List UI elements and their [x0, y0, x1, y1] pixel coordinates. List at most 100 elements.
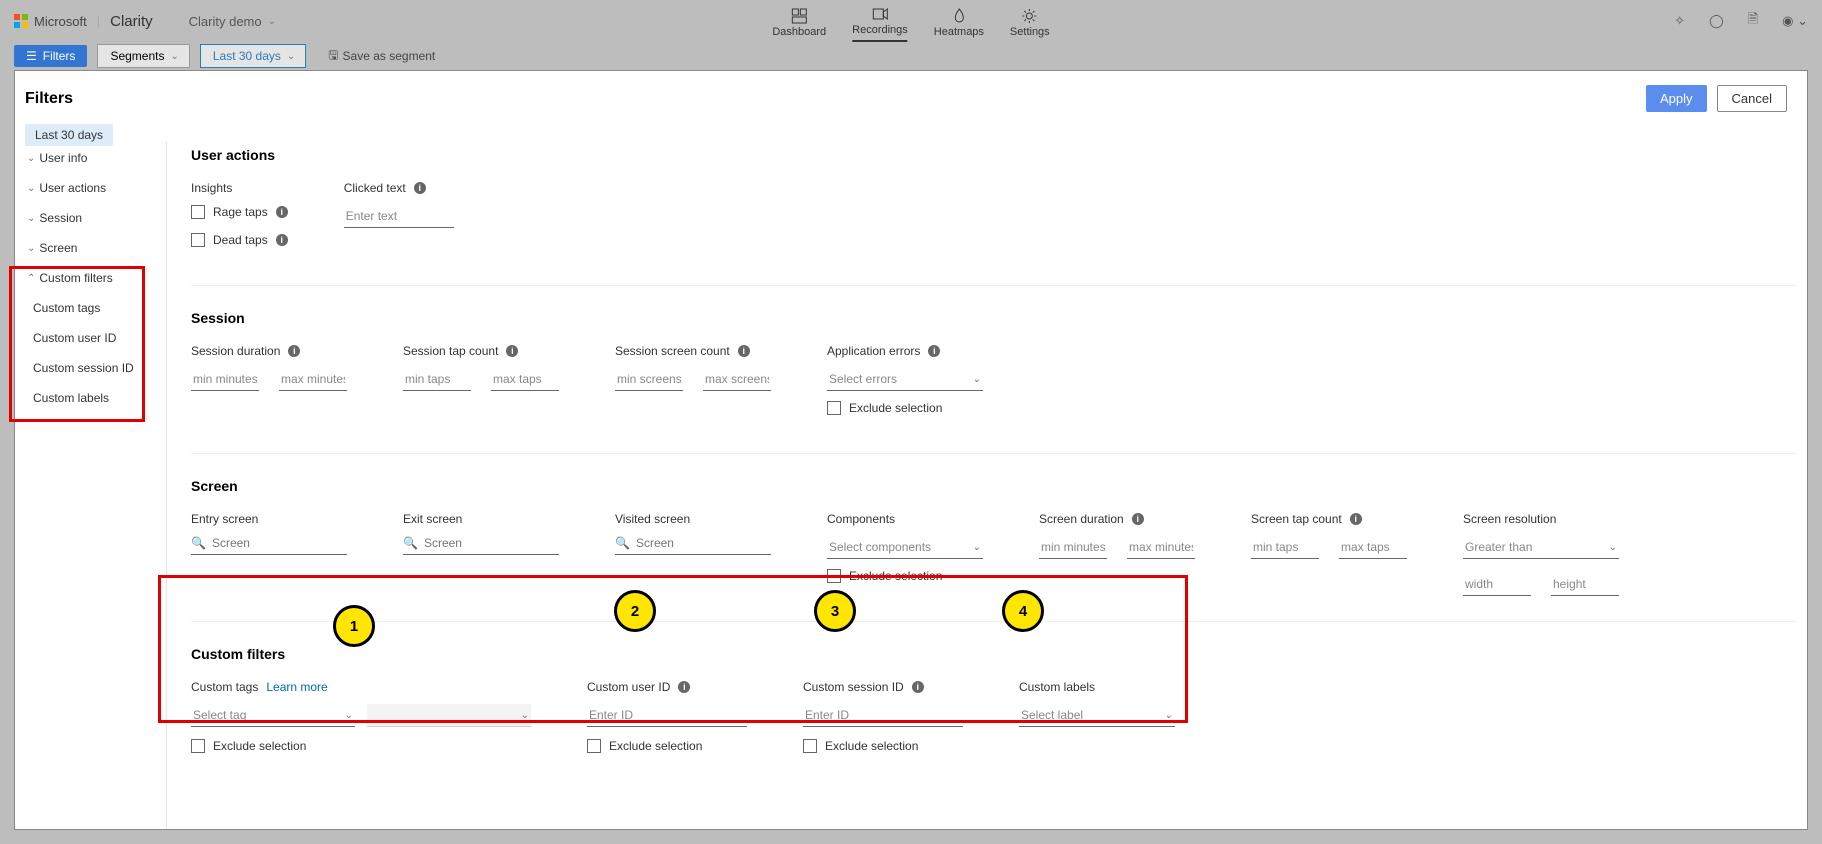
rage-taps-checkbox[interactable]: Rage taps i [191, 205, 288, 219]
filters-title: Filters [25, 90, 73, 108]
checkbox-icon [827, 401, 841, 415]
exit-screen-input[interactable] [424, 536, 544, 550]
info-icon[interactable]: i [276, 206, 288, 218]
save-segment-button[interactable]: 🖫 Save as segment [328, 46, 435, 67]
chevron-down-icon: ⌄ [27, 243, 35, 254]
info-icon[interactable]: i [928, 345, 940, 357]
components-dropdown[interactable]: Select components⌄ [827, 536, 983, 559]
chevron-down-icon: ⌄ [1165, 710, 1173, 721]
info-icon[interactable]: i [506, 345, 518, 357]
section-user-actions-title: User actions [191, 147, 1797, 163]
tag-value-dropdown[interactable]: ⌄ [367, 704, 531, 727]
daterange-button[interactable]: Last 30 days ⌄ [200, 44, 306, 68]
info-icon[interactable]: i [288, 345, 300, 357]
sidebar-item-user-actions[interactable]: ⌄User actions [15, 173, 166, 203]
sidebar-sub-custom-user-id[interactable]: Custom user ID [15, 323, 166, 353]
sidebar-item-session[interactable]: ⌄Session [15, 203, 166, 233]
microsoft-logo-icon [14, 14, 28, 28]
apply-button[interactable]: Apply [1646, 85, 1707, 112]
sidebar-label: Screen [39, 241, 77, 255]
learn-more-link[interactable]: Learn more [266, 680, 327, 694]
exclude-user-id-checkbox[interactable]: Exclude selection [587, 739, 747, 753]
screen-max-minutes-input[interactable] [1127, 536, 1195, 559]
filter-sidebar: ⌄User info ⌄User actions ⌄Session ⌄ Scree… [15, 141, 167, 829]
exclude-label: Exclude selection [849, 569, 942, 583]
cancel-button[interactable]: Cancel [1717, 85, 1787, 112]
max-minutes-input[interactable] [279, 368, 347, 391]
help-icon[interactable]: ◯ [1709, 13, 1724, 29]
chevron-down-icon: ⌄ [973, 374, 981, 385]
height-input[interactable] [1551, 573, 1619, 596]
sidebar-sub-custom-session-id[interactable]: Custom session ID [15, 353, 166, 383]
dead-taps-checkbox[interactable]: Dead taps i [191, 233, 288, 247]
top-right-icons: ✧ ◯ 🗎 ◉ ⌄ [1674, 0, 1808, 42]
info-icon[interactable]: i [1132, 513, 1144, 525]
visited-screen-search[interactable]: 🔍 [615, 536, 771, 555]
info-icon[interactable]: i [678, 681, 690, 693]
session-tap-count-label: Session tap counti [403, 344, 559, 358]
chevron-down-icon: ⌄ [1609, 542, 1617, 553]
top-nav: Dashboard Recordings Heatmaps Settings [772, 0, 1049, 42]
screen-max-taps-input[interactable] [1339, 536, 1407, 559]
nav-settings-label: Settings [1010, 26, 1050, 38]
nav-heatmaps[interactable]: Heatmaps [934, 8, 984, 42]
exclude-tags-checkbox[interactable]: Exclude selection [191, 739, 531, 753]
width-input[interactable] [1463, 573, 1531, 596]
exclude-label: Exclude selection [213, 739, 306, 753]
exclude-session-id-checkbox[interactable]: Exclude selection [803, 739, 963, 753]
custom-session-id-input[interactable] [803, 704, 963, 727]
segments-button[interactable]: Segments ⌄ [97, 44, 189, 68]
screen-min-minutes-input[interactable] [1039, 536, 1107, 559]
application-errors-label: Application errorsi [827, 344, 983, 358]
info-icon[interactable]: i [276, 234, 288, 246]
screen-min-taps-input[interactable] [1251, 536, 1319, 559]
select-tag-dropdown[interactable]: Select tag⌄ [191, 704, 355, 727]
nav-settings[interactable]: Settings [1010, 8, 1050, 42]
max-screens-input[interactable] [703, 368, 771, 391]
section-screen-title: Screen [191, 478, 1797, 494]
project-dropdown[interactable]: Clarity demo ⌄ [189, 14, 276, 29]
clicked-text-input[interactable] [344, 205, 454, 228]
account-icon[interactable]: ◉ ⌄ [1782, 13, 1808, 29]
visited-screen-input[interactable] [636, 536, 756, 550]
sidebar-item-screen[interactable]: ⌄ Screen [15, 233, 166, 263]
checkbox-icon [803, 739, 817, 753]
filters-button[interactable]: ☰ Filters [14, 45, 87, 67]
select-errors-dropdown[interactable]: Select errors⌄ [827, 368, 983, 391]
filters-header: Filters Apply Cancel [15, 71, 1807, 120]
exit-screen-search[interactable]: 🔍 [403, 536, 559, 555]
sidebar-sub-custom-labels[interactable]: Custom labels [15, 383, 166, 413]
session-duration-label: Session durationi [191, 344, 347, 358]
info-icon[interactable]: i [912, 681, 924, 693]
custom-labels-label: Custom labels [1019, 680, 1175, 694]
max-taps-input[interactable] [491, 368, 559, 391]
share-icon[interactable]: ✧ [1674, 13, 1685, 29]
resolution-operator-dropdown[interactable]: Greater than⌄ [1463, 536, 1619, 559]
sidebar-item-custom-filters[interactable]: ⌃Custom filters [15, 263, 166, 293]
checkbox-icon [827, 569, 841, 583]
dashboard-icon [791, 8, 807, 24]
nav-recordings[interactable]: Recordings [852, 6, 908, 42]
info-icon[interactable]: i [1350, 513, 1362, 525]
doc-icon[interactable]: 🗎 [1748, 10, 1758, 32]
exclude-components-checkbox[interactable]: Exclude selection [827, 569, 983, 583]
info-icon[interactable]: i [414, 182, 426, 194]
custom-user-id-input[interactable] [587, 704, 747, 727]
entry-screen-search[interactable]: 🔍 [191, 536, 347, 555]
sidebar-item-user-info[interactable]: ⌄User info [15, 143, 166, 173]
min-taps-input[interactable] [403, 368, 471, 391]
search-icon: 🔍 [191, 536, 206, 550]
info-icon[interactable]: i [738, 345, 750, 357]
screen-tap-count-label: Screen tap counti [1251, 512, 1407, 526]
sidebar-sub-custom-tags[interactable]: Custom tags [15, 293, 166, 323]
entry-screen-input[interactable] [212, 536, 332, 550]
nav-heatmaps-label: Heatmaps [934, 26, 984, 38]
min-screens-input[interactable] [615, 368, 683, 391]
exclude-errors-checkbox[interactable]: Exclude selection [827, 401, 983, 415]
min-minutes-input[interactable] [191, 368, 259, 391]
select-label-dropdown[interactable]: Select label⌄ [1019, 704, 1175, 727]
rage-taps-label: Rage taps [213, 205, 268, 219]
nav-dashboard[interactable]: Dashboard [772, 8, 826, 42]
screen-resolution-label: Screen resolution [1463, 512, 1619, 526]
chevron-down-icon: ⌄ [170, 51, 178, 62]
